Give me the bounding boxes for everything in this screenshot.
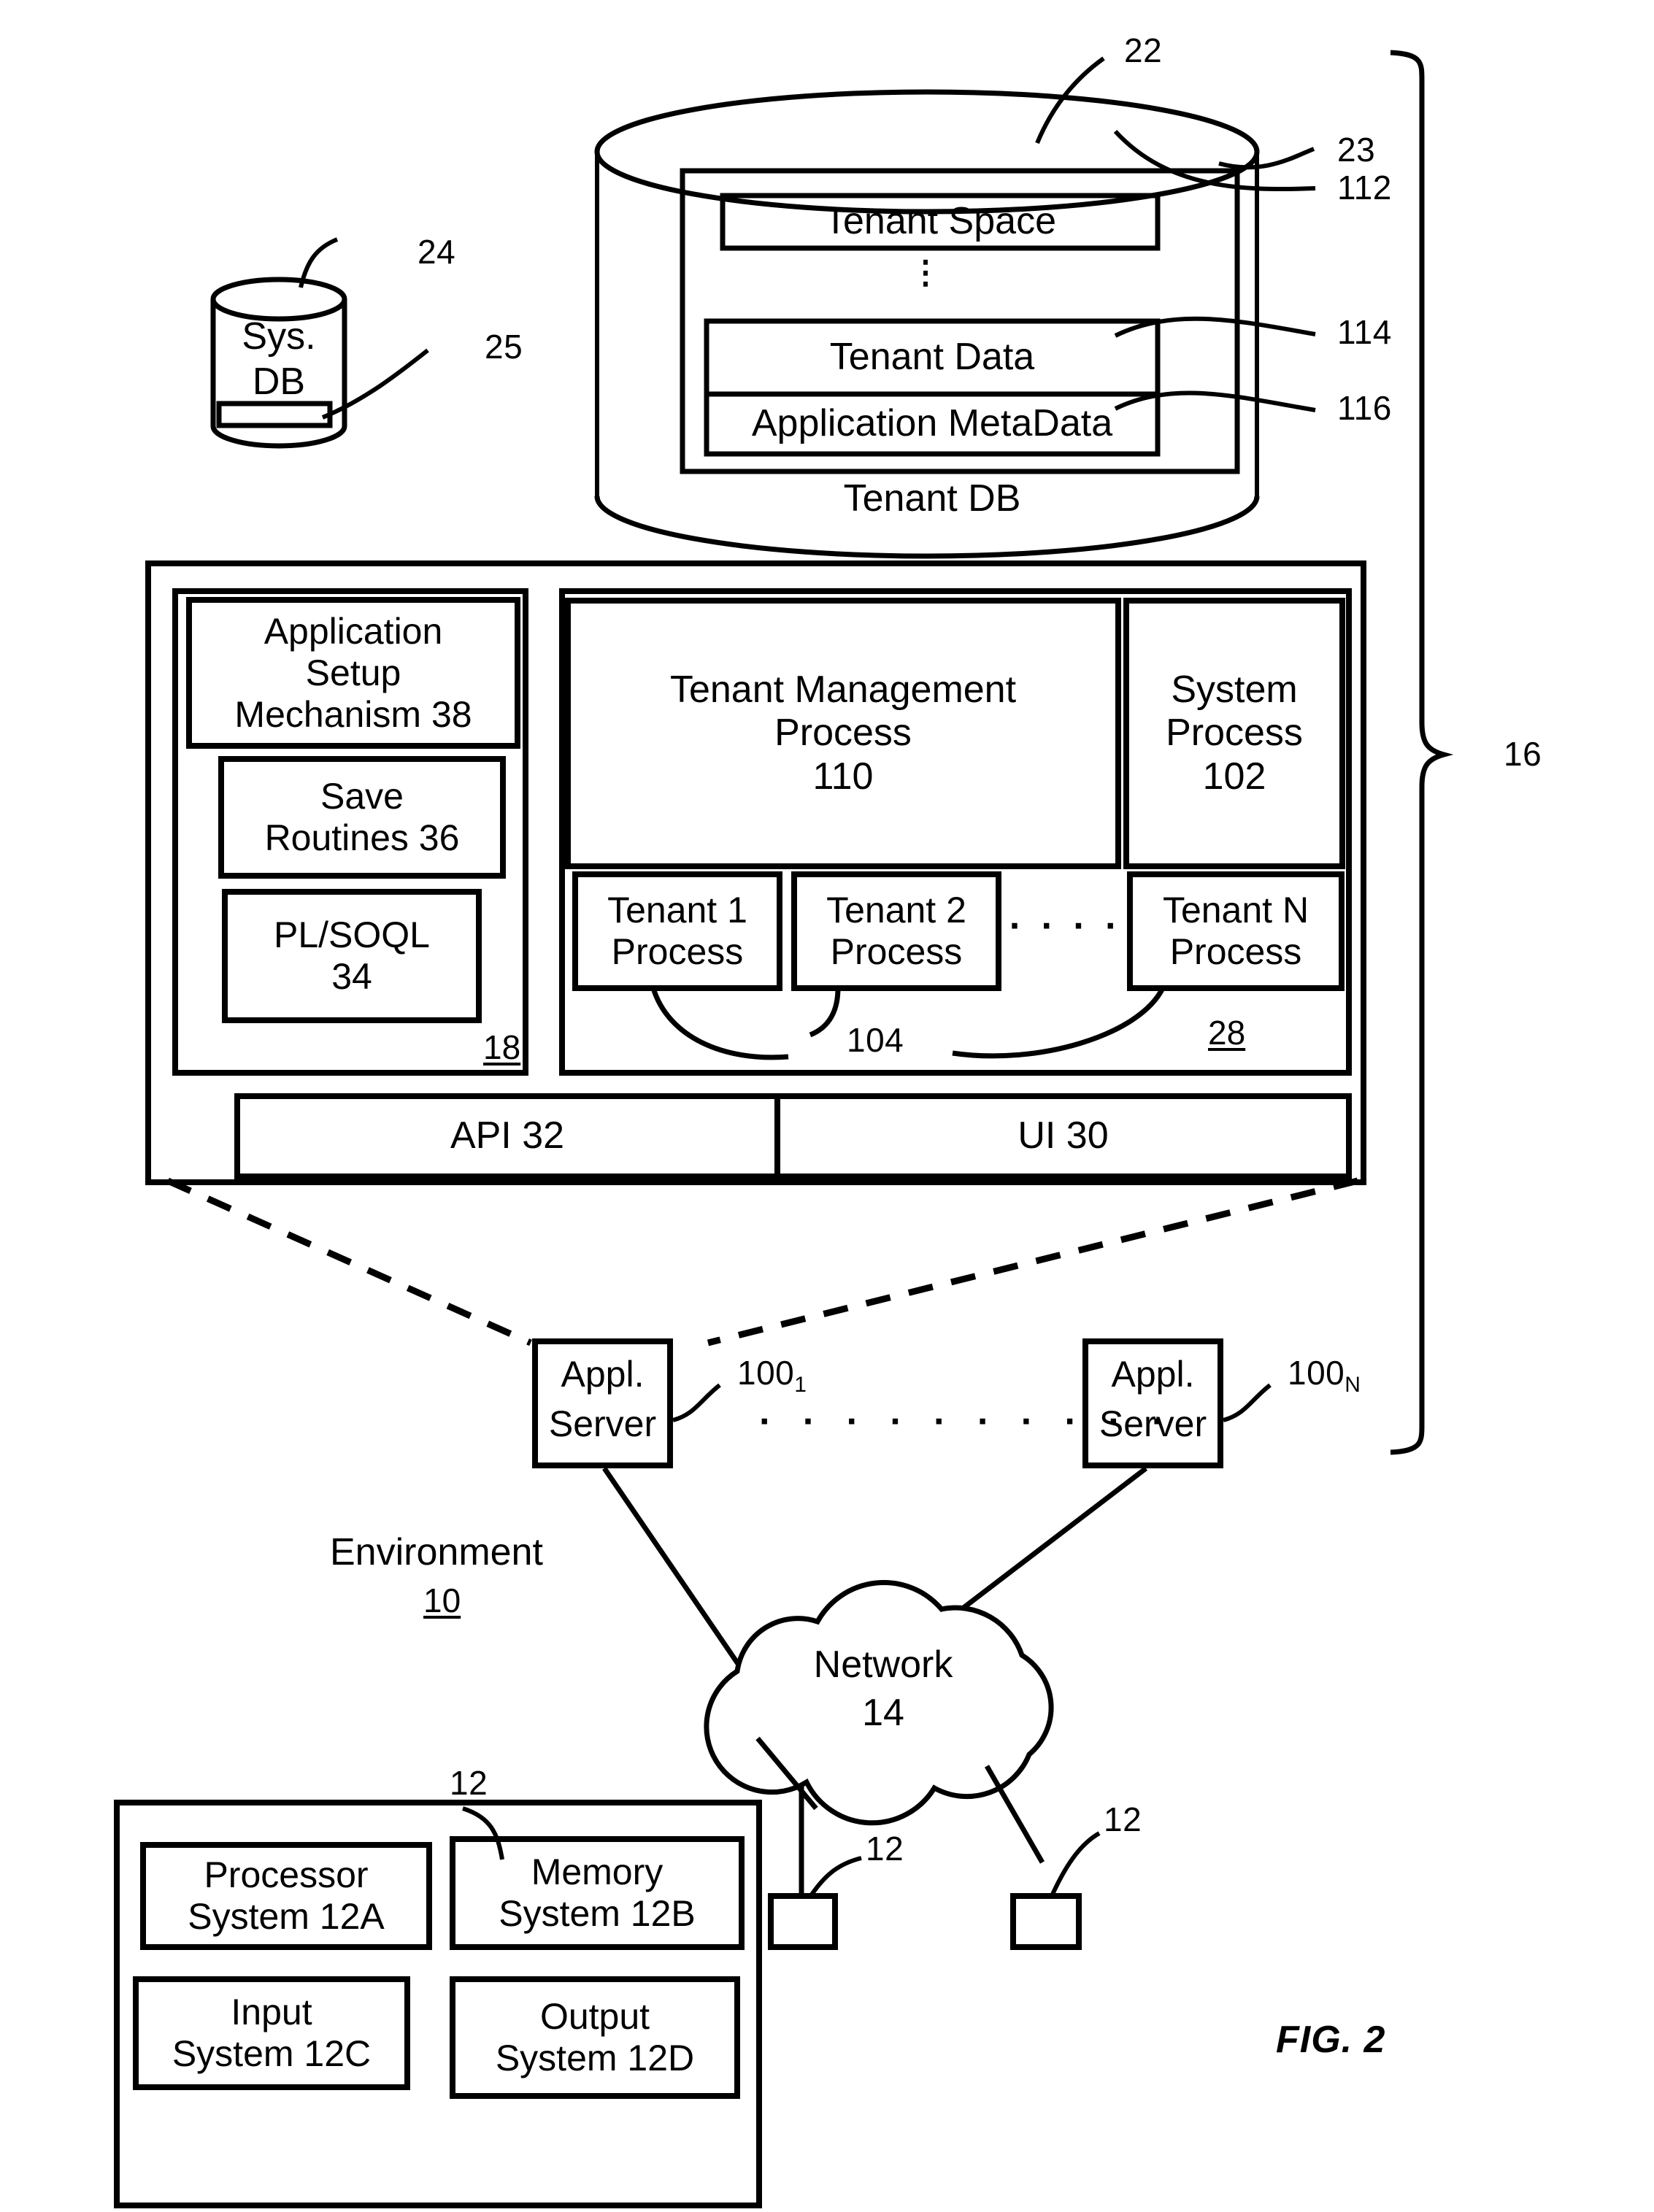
user-terminal-1-box	[768, 1893, 838, 1950]
appl-server-dots: · · · · · · · · · ·	[759, 1400, 1175, 1443]
leader-22	[1035, 56, 1105, 144]
network-label: Network	[813, 1643, 953, 1687]
ref-116: 116	[1337, 389, 1392, 427]
ref-114: 114	[1337, 313, 1392, 351]
leader-100-n	[1223, 1383, 1272, 1422]
ref-24: 24	[418, 233, 456, 271]
leader-12-terminal-1	[809, 1856, 862, 1896]
ref-23: 23	[1337, 131, 1376, 169]
figure-caption: FIG. 2	[1276, 2019, 1386, 2061]
ref-25: 25	[485, 328, 523, 366]
appl-server-n-line1: Appl.	[1111, 1353, 1195, 1395]
tenant-space-ellipsis: ⋮	[909, 255, 942, 290]
ref-100-n-base: 100	[1288, 1354, 1345, 1392]
processor-system-label: Processor System 12A	[188, 1854, 385, 1937]
environment-label: Environment	[330, 1531, 543, 1573]
user-terminal-2-box	[1010, 1893, 1082, 1950]
api-label: API 32	[450, 1114, 565, 1157]
ref-28: 28	[1208, 1014, 1246, 1052]
ref-12-terminal-2: 12	[1104, 1800, 1142, 1838]
ref-18: 18	[483, 1028, 521, 1066]
ref-12-terminal-1: 12	[866, 1830, 904, 1868]
tenant-process-dots: · · · ·	[1009, 905, 1123, 948]
leader-23	[1218, 147, 1315, 170]
pl-soql-label: PL/SOQL 34	[274, 914, 430, 997]
network-terminal-links	[755, 1736, 1045, 1897]
system-brace-16	[1390, 50, 1454, 1455]
sys-db-label-line2: DB	[252, 361, 306, 404]
ref-22: 22	[1124, 31, 1163, 69]
tenant-data-label: Tenant Data	[829, 336, 1035, 379]
ref-16: 16	[1504, 735, 1542, 773]
expansion-dashed-lines	[166, 1177, 1359, 1346]
ref-100-1-base: 100	[737, 1354, 795, 1392]
leader-24	[299, 237, 339, 288]
input-system-label: Input System 12C	[172, 1992, 372, 2074]
ref-112: 112	[1337, 169, 1392, 207]
leader-104	[650, 987, 1166, 1060]
tenant-2-process-label: Tenant 2 Process	[826, 890, 966, 972]
sys-db-label-line1: Sys.	[242, 315, 316, 358]
output-system-label: Output System 12D	[495, 1996, 695, 2078]
patent-figure-page: 22 23 112 114 116 Tenant Space ⋮ Tenant …	[0, 0, 1654, 2212]
save-routines-label: Save Routines 36	[264, 776, 460, 858]
leader-100-1	[672, 1383, 721, 1422]
tenant-db-title: Tenant DB	[843, 477, 1021, 520]
appl-server-1-line2: Server	[548, 1403, 657, 1444]
memory-system-label: Memory System 12B	[499, 1851, 696, 1934]
appl-server-1-line1: Appl.	[561, 1353, 645, 1395]
tenant-space-label: Tenant Space	[823, 200, 1057, 243]
ref-100-1-sub: 1	[794, 1373, 807, 1398]
leader-12-terminal-2	[1049, 1831, 1101, 1899]
sys-db-slot	[216, 401, 333, 428]
leader-112	[1113, 129, 1316, 192]
tenant-management-process-label: Tenant Management Process 110	[669, 668, 1017, 798]
tenant-n-process-label: Tenant N Process	[1162, 890, 1309, 972]
application-metadata-label: Application MetaData	[751, 402, 1113, 445]
ref-12-user-system: 12	[450, 1764, 488, 1802]
system-process-label: System Process 102	[1166, 668, 1303, 798]
ref-104: 104	[847, 1021, 904, 1059]
server-network-links	[602, 1466, 1148, 1673]
ui-label: UI 30	[1018, 1114, 1109, 1157]
application-setup-mechanism-label: Application Setup Mechanism 38	[234, 610, 472, 735]
ref-100-n-sub: N	[1345, 1373, 1361, 1398]
ref-10: 10	[423, 1581, 461, 1619]
tenant-1-process-label: Tenant 1 Process	[607, 890, 747, 972]
ref-14: 14	[862, 1692, 904, 1735]
